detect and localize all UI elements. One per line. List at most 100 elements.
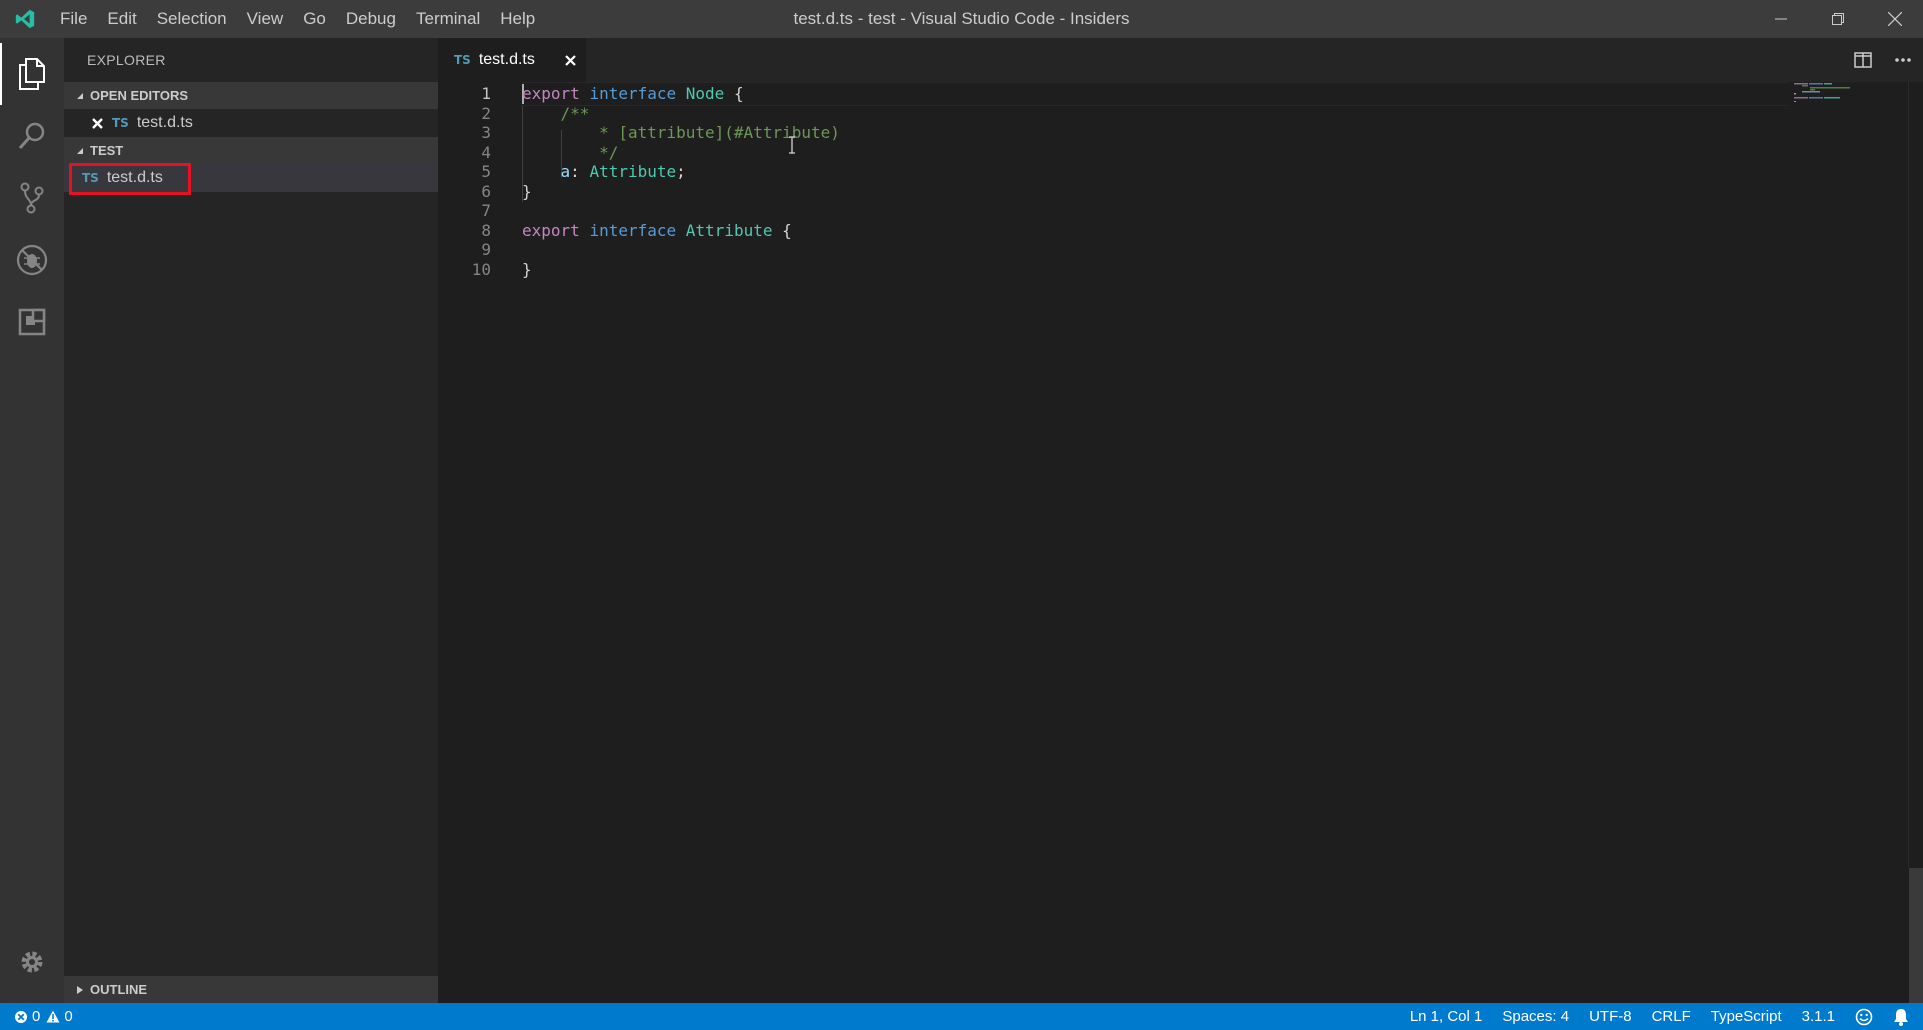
chevron-right-icon	[70, 985, 90, 995]
code-line: 10}	[438, 258, 1878, 282]
tab-label: test.d.ts	[478, 51, 535, 68]
status-bar: 0 0 Ln 1, Col 1 Spaces: 4 UTF-8 CRLF Typ…	[0, 1003, 1923, 1030]
explorer-button[interactable]	[0, 43, 64, 105]
menu-debug[interactable]: Debug	[336, 0, 406, 38]
more-icon	[1895, 58, 1911, 62]
files-icon	[19, 58, 45, 90]
open-editor-item[interactable]: TS test.d.ts	[64, 109, 438, 137]
vertical-scrollbar[interactable]	[1908, 82, 1923, 867]
split-editor-button[interactable]	[1843, 38, 1883, 82]
close-window-button[interactable]	[1866, 0, 1923, 38]
feedback-button[interactable]	[1845, 1008, 1883, 1026]
code-token: }	[522, 181, 532, 201]
open-editors-header[interactable]: OPEN EDITORS	[64, 82, 438, 109]
indentation[interactable]: Spaces: 4	[1492, 1003, 1579, 1030]
line-content: }	[522, 258, 532, 282]
window-controls	[1752, 0, 1923, 38]
vscode-insiders-logo-icon	[0, 0, 50, 38]
minimap[interactable]	[1794, 82, 1874, 122]
minimize-button[interactable]	[1752, 0, 1809, 38]
typescript-version[interactable]: 3.1.1	[1792, 1003, 1845, 1030]
code-token: {	[772, 220, 792, 240]
outline-header[interactable]: OUTLINE	[64, 976, 438, 1003]
error-count: 0	[32, 1008, 41, 1025]
typescript-file-icon: TS	[454, 53, 471, 67]
notifications-button[interactable]	[1883, 1008, 1923, 1026]
close-editor-icon[interactable]	[86, 117, 108, 129]
extensions-icon	[18, 308, 46, 336]
chevron-down-icon	[70, 147, 90, 155]
restore-button[interactable]	[1809, 0, 1866, 38]
debug-icon	[16, 244, 48, 276]
typescript-file-icon: TS	[112, 116, 129, 130]
code-token: a	[560, 162, 571, 181]
folder-header-test[interactable]: TEST	[64, 137, 438, 164]
source-control-button[interactable]	[0, 167, 64, 229]
encoding[interactable]: UTF-8	[1579, 1003, 1642, 1030]
more-actions-button[interactable]	[1883, 38, 1923, 82]
bell-icon	[1894, 1008, 1908, 1026]
code-token: Attribute	[685, 220, 773, 240]
restore-icon	[1831, 13, 1844, 25]
smiley-icon	[1855, 1008, 1873, 1025]
code-token: */	[522, 142, 619, 162]
code-token: ;	[676, 162, 686, 181]
editor-actions	[1843, 38, 1923, 82]
code-token: Attribute	[589, 162, 677, 181]
code-editor[interactable]: 1 export interface Node {2 /** 3 * [attrib…	[438, 82, 1923, 1003]
source-control-icon	[20, 182, 44, 214]
menu-terminal[interactable]: Terminal	[406, 0, 490, 38]
menu-file[interactable]: File	[50, 0, 97, 38]
extensions-button[interactable]	[0, 291, 64, 353]
search-icon	[18, 122, 45, 150]
warning-icon	[46, 1010, 60, 1023]
code-token: export	[522, 220, 580, 240]
minimize-icon	[1774, 18, 1787, 20]
tab-test-d-ts[interactable]: TS test.d.ts	[438, 38, 586, 82]
chevron-down-icon	[70, 92, 90, 100]
scrollbar-thumb[interactable]	[1909, 868, 1923, 1003]
gear-icon	[21, 951, 43, 973]
open-editor-filename: test.d.ts	[136, 114, 193, 131]
menu-selection[interactable]: Selection	[147, 0, 237, 38]
mouse-ibeam-cursor-icon	[788, 136, 796, 159]
line-number: 10	[471, 259, 491, 279]
close-icon	[1887, 12, 1902, 26]
status-right: Ln 1, Col 1 Spaces: 4 UTF-8 CRLF TypeScr…	[1400, 1003, 1923, 1030]
menu-view[interactable]: View	[237, 0, 294, 38]
open-editors-label: OPEN EDITORS	[90, 88, 189, 103]
code-token: export	[522, 84, 580, 103]
end-of-line[interactable]: CRLF	[1642, 1003, 1701, 1030]
menu-edit[interactable]: Edit	[97, 0, 146, 38]
activity-bar	[0, 38, 64, 1003]
editor-area: TS test.d.ts 1 export interface Node {2…	[438, 38, 1923, 1003]
title-bar: File Edit Selection View Go Debug Terminal Help…	[0, 0, 1923, 38]
search-button[interactable]	[0, 105, 64, 167]
close-tab-icon[interactable]	[565, 54, 576, 66]
sidebar-title: EXPLORER	[87, 52, 166, 68]
code-token: :	[570, 162, 590, 181]
code-token: }	[522, 259, 532, 279]
manage-button[interactable]	[0, 931, 64, 993]
code-token: /**	[560, 103, 590, 123]
split-editor-icon	[1854, 52, 1872, 68]
language-mode[interactable]: TypeScript	[1701, 1003, 1792, 1030]
debug-button[interactable]	[0, 229, 64, 291]
code-token: {	[724, 84, 744, 103]
outline-label: OUTLINE	[90, 982, 148, 997]
problems-indicator[interactable]: 0 0	[0, 1008, 73, 1025]
menu-bar: File Edit Selection View Go Debug Terminal Help	[50, 0, 545, 38]
highlight-annotation-box	[69, 163, 191, 195]
warning-count: 0	[64, 1008, 73, 1025]
code-token: interface	[589, 84, 677, 103]
code-token: interface	[589, 220, 677, 240]
menu-help[interactable]: Help	[490, 0, 545, 38]
menu-go[interactable]: Go	[293, 0, 336, 38]
tabs-bar: TS test.d.ts	[438, 38, 1923, 82]
cursor-position[interactable]: Ln 1, Col 1	[1400, 1003, 1493, 1030]
